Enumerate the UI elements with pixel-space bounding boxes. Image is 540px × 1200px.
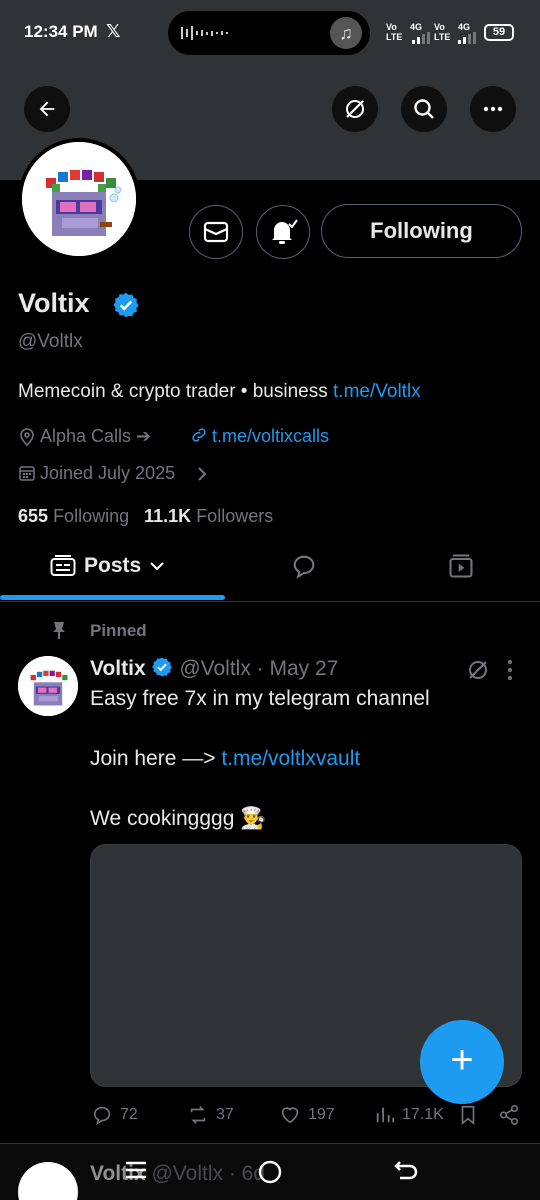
active-tab-indicator xyxy=(0,595,225,600)
repost-icon xyxy=(190,1106,206,1124)
profile-name: Voltix xyxy=(18,288,90,318)
followers-label: Followers xyxy=(196,506,274,526)
grok-icon[interactable] xyxy=(466,658,490,682)
share-icon xyxy=(499,1105,519,1125)
search-icon xyxy=(414,99,434,119)
tab-posts-label: Posts xyxy=(84,554,142,577)
dynamic-island: ♫ xyxy=(168,11,370,55)
clock: 12:34 PM xyxy=(24,22,98,41)
network-4g-2: 4G xyxy=(458,22,471,32)
video-stack-icon xyxy=(449,554,473,578)
home-icon[interactable] xyxy=(256,1158,284,1186)
website-link[interactable]: t.me/voltixcalls xyxy=(212,426,329,446)
signal-icon-1 xyxy=(412,32,430,44)
post-more-icon[interactable] xyxy=(505,658,515,682)
profile-tabs: Posts xyxy=(0,542,540,602)
repost-action[interactable]: 37 xyxy=(186,1104,234,1126)
reply-action[interactable]: 72 xyxy=(90,1104,138,1126)
grok-button[interactable] xyxy=(332,86,378,132)
signal-icon-2 xyxy=(458,32,476,44)
verified-badge-icon xyxy=(152,657,173,677)
follow-stats: 655 Following 11.1K Followers xyxy=(18,506,273,527)
more-icon xyxy=(483,106,503,112)
profile-avatar[interactable] xyxy=(18,138,140,260)
chevron-right-icon xyxy=(198,467,207,481)
post-handle-date: @Voltlx · May 27 xyxy=(179,657,339,680)
view-count: 17.1K xyxy=(402,1106,444,1123)
post-author-name[interactable]: Voltix xyxy=(90,657,146,680)
profile-bio: Memecoin & crypto trader • business t.me… xyxy=(18,381,421,403)
profile-website[interactable]: t.me/voltixcalls xyxy=(212,426,329,447)
message-button[interactable] xyxy=(189,205,243,259)
bookmark-icon xyxy=(461,1105,475,1126)
chevron-down-icon xyxy=(150,562,164,571)
network-4g-1: 4G xyxy=(410,22,423,32)
reply-bubble-icon xyxy=(293,555,315,579)
repost-count: 37 xyxy=(216,1106,234,1123)
analytics-icon xyxy=(376,1107,395,1123)
more-button[interactable] xyxy=(470,86,516,132)
following-stat[interactable]: 655 Following xyxy=(18,506,129,526)
pixel-art-avatar xyxy=(22,142,136,256)
bio-link[interactable]: t.me/Voltlx xyxy=(333,381,421,402)
compose-button[interactable]: + xyxy=(420,1020,504,1104)
post-line-1: Easy free 7x in my telegram channel xyxy=(90,687,430,710)
like-action[interactable]: 197 xyxy=(278,1104,335,1126)
arrow-left-icon xyxy=(39,101,55,117)
plus-icon: + xyxy=(450,1038,474,1082)
profile-location: Alpha Calls ➔ xyxy=(40,426,152,446)
like-count: 197 xyxy=(308,1106,335,1123)
post-line-2-text: Join here —> xyxy=(90,747,222,770)
post-actions: 72 37 197 17.1K xyxy=(90,1104,530,1130)
pinned-label: Pinned xyxy=(90,621,147,640)
mail-icon xyxy=(203,221,229,243)
bookmark-action[interactable] xyxy=(458,1104,478,1126)
verified-badge-icon[interactable] xyxy=(112,291,140,319)
post-line-2: Join here —> t.me/voltlxvault xyxy=(90,747,360,771)
tab-posts[interactable]: Posts xyxy=(50,554,165,578)
recents-icon[interactable] xyxy=(122,1158,150,1182)
share-action[interactable] xyxy=(498,1104,520,1126)
status-bar: 12:34 PM 𝕏 ♫ Vo LTE 4G Vo LTE 4G 59 xyxy=(0,0,540,66)
music-note-icon[interactable]: ♫ xyxy=(330,17,362,49)
volte-indicator-2: Vo LTE xyxy=(434,22,451,42)
link-icon xyxy=(192,428,206,442)
notifications-button[interactable] xyxy=(256,205,310,259)
back-nav-icon[interactable] xyxy=(392,1158,420,1184)
pin-icon xyxy=(53,622,65,639)
back-button[interactable] xyxy=(24,86,70,132)
joined-date[interactable]: Joined July 2025 xyxy=(40,463,175,484)
reply-icon xyxy=(93,1106,111,1125)
search-button[interactable] xyxy=(401,86,447,132)
x-app-icon: 𝕏 xyxy=(106,21,121,41)
post-header: Voltix @Voltlx · May 27 xyxy=(90,656,338,681)
bio-text: Memecoin & crypto trader • business xyxy=(18,381,334,402)
following-count: 655 xyxy=(18,506,49,526)
tab-replies[interactable] xyxy=(290,552,318,585)
post-telegram-link[interactable]: t.me/voltlxvault xyxy=(221,747,360,770)
following-label: Following xyxy=(53,506,130,526)
tab-media[interactable] xyxy=(447,552,475,585)
grok-icon xyxy=(346,100,364,118)
profile-handle: @Voltlx xyxy=(18,331,83,352)
posts-icon xyxy=(50,555,76,576)
views-action[interactable]: 17.1K xyxy=(374,1104,444,1126)
bell-check-icon xyxy=(272,219,298,244)
system-nav-bar xyxy=(0,1152,540,1200)
followers-stat[interactable]: 11.1K Followers xyxy=(144,506,273,526)
followers-count: 11.1K xyxy=(144,506,192,526)
reply-count: 72 xyxy=(120,1106,138,1123)
post-author-avatar[interactable] xyxy=(18,656,78,716)
post-line-3: We cookingggg 👨‍🍳 xyxy=(90,807,267,830)
battery-indicator: 59 xyxy=(484,24,514,41)
pixel-art-avatar-small xyxy=(18,656,78,716)
following-button[interactable]: Following xyxy=(321,204,522,258)
location-pin-icon xyxy=(20,428,34,446)
volte-indicator-1: Vo LTE xyxy=(386,22,403,42)
audio-wave-icon xyxy=(181,26,228,40)
heart-icon xyxy=(281,1107,299,1124)
calendar-icon xyxy=(19,466,35,481)
